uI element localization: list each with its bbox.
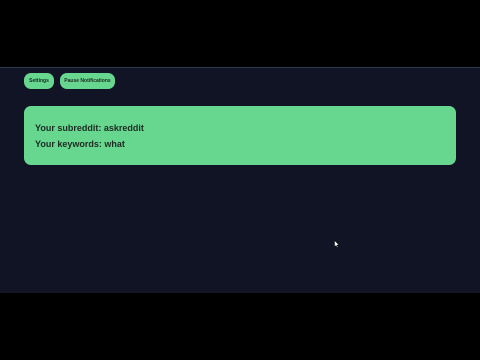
app-window: Settings Pause Notifications Your subred… xyxy=(0,67,480,293)
mouse-cursor-icon xyxy=(334,240,340,248)
pause-notifications-button-label: Pause Notifications xyxy=(64,78,111,84)
subreddit-text: Your subreddit: askreddit xyxy=(35,123,144,133)
info-card: Your subreddit: askreddit Your keywords:… xyxy=(24,106,456,165)
video-letterbox-bottom xyxy=(0,293,480,360)
pause-notifications-button[interactable]: Pause Notifications xyxy=(60,73,115,89)
keywords-text: Your keywords: what xyxy=(35,139,125,149)
settings-button-label: Settings xyxy=(29,78,49,84)
toolbar: Settings Pause Notifications xyxy=(24,73,115,89)
video-letterbox-top xyxy=(0,0,480,67)
settings-button[interactable]: Settings xyxy=(24,73,54,89)
